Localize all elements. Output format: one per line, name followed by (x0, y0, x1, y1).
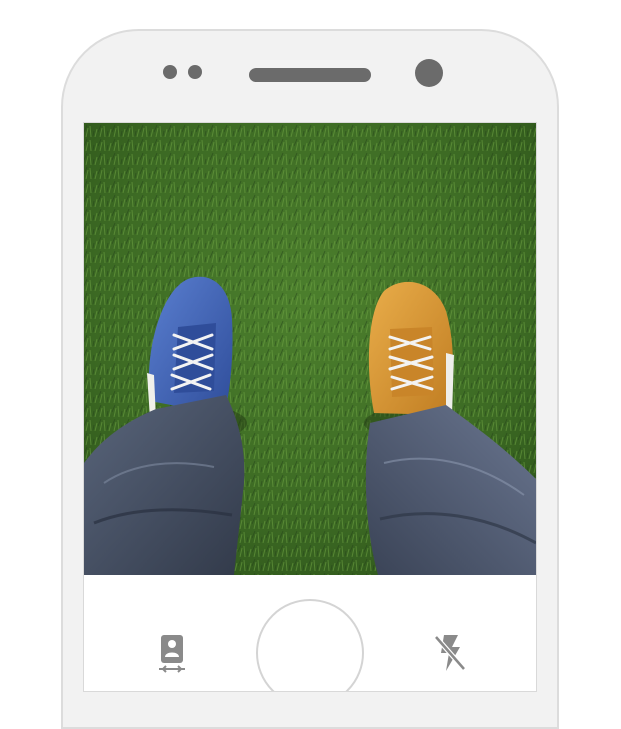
flash-off-icon (434, 635, 466, 671)
viewfinder-preview-image (84, 123, 536, 575)
switch-camera-icon (159, 635, 185, 673)
camera-viewfinder[interactable] (84, 123, 536, 575)
front-camera-lens (415, 59, 443, 87)
switch-camera-button[interactable] (152, 631, 192, 675)
flash-toggle-button[interactable] (430, 631, 470, 675)
camera-controls-bar (84, 575, 536, 691)
phone-screen (83, 122, 537, 692)
light-sensor (188, 65, 202, 79)
shutter-button[interactable] (256, 599, 364, 691)
earpiece-speaker (249, 68, 371, 82)
proximity-sensor (163, 65, 177, 79)
